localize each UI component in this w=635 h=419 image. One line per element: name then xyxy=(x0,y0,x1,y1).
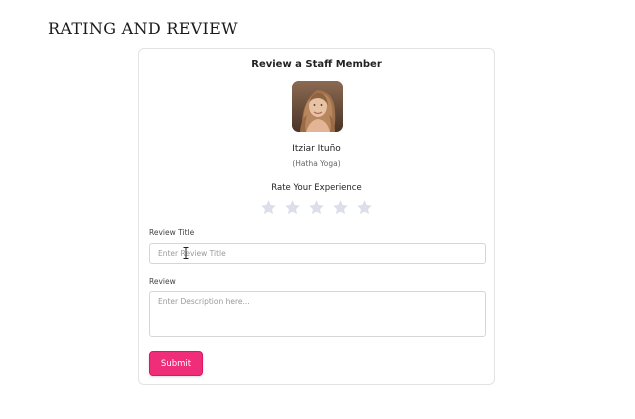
star-icon[interactable] xyxy=(284,199,301,216)
star-icon[interactable] xyxy=(260,199,277,216)
card-title: Review a Staff Member xyxy=(251,59,382,70)
staff-name: Itziar Ituño xyxy=(292,144,341,154)
staff-photo-icon xyxy=(292,81,343,132)
star-icon[interactable] xyxy=(332,199,349,216)
submit-button[interactable]: Submit xyxy=(149,351,203,376)
star-icon[interactable] xyxy=(356,199,373,216)
page-title: RATING AND REVIEW xyxy=(48,19,238,38)
review-card: Review a Staff Member Itziar Ituño (Hath… xyxy=(138,48,495,385)
staff-avatar xyxy=(292,81,343,132)
review-title-label: Review Title xyxy=(149,228,195,237)
rate-experience-label: Rate Your Experience xyxy=(271,183,362,193)
review-description-input[interactable] xyxy=(149,291,486,337)
staff-class: (Hatha Yoga) xyxy=(292,159,341,168)
star-icon[interactable] xyxy=(308,199,325,216)
review-label: Review xyxy=(149,277,176,286)
star-rating xyxy=(260,199,373,216)
review-title-input[interactable] xyxy=(149,243,486,264)
